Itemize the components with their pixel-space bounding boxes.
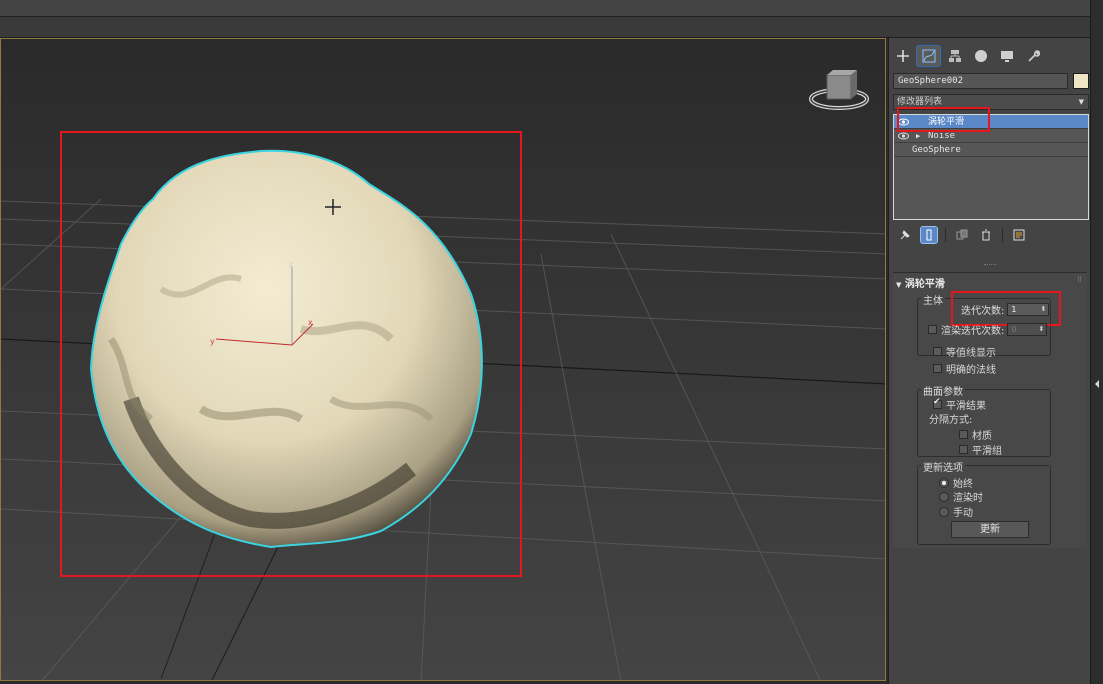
geosphere-object [89,149,483,549]
rollout-grip-icon[interactable]: ⠿ [1077,276,1082,284]
chevron-down-icon: ▼ [1078,98,1084,106]
isoline-label: 等值线显示 [946,348,996,359]
axis-x-label: x [308,318,313,327]
rollout-title-label: 涡轮平滑 [904,279,945,290]
pin-stack-icon[interactable] [897,227,913,243]
render-iters-checkbox[interactable] [928,325,937,334]
materials-row: 材质 [959,427,992,442]
viewport-canvas: z x y [1,70,885,680]
show-end-result-icon[interactable] [920,226,938,244]
stack-item-label: Noise [928,131,956,141]
stack-item-label: 涡轮平滑 [928,117,965,127]
smoothing-groups-checkbox[interactable] [959,445,968,454]
when-rendering-label: 渲染时 [953,493,983,504]
when-rendering-radio[interactable] [939,491,949,502]
manually-label: 手动 [953,508,973,519]
smooth-result-label: 平滑结果 [946,401,986,412]
render-iters-spinner[interactable]: 0 ⬍ [1007,323,1048,336]
hierarchy-icon[interactable] [943,46,966,66]
display-monitor-icon[interactable] [995,46,1018,66]
expand-triangle-icon[interactable]: ▶ [916,129,920,143]
smooth-result-row: 平滑结果 [933,397,986,412]
stack-item-geosphere[interactable]: GeoSphere [894,143,1088,157]
motion-sphere-icon[interactable] [969,46,992,66]
render-iters-label: 渲染迭代次数: [941,326,1005,337]
manually-radio[interactable] [939,506,949,517]
separator [945,228,946,242]
iterations-label: 迭代次数: [961,306,1005,317]
axis-z-label: z [289,260,293,269]
iterations-row: 迭代次数: 1 ⬍ [961,302,1050,317]
isoline-row: 等值线显示 [933,344,996,359]
stack-toolbar [893,226,1089,244]
render-iters-value: 0 [1011,325,1017,334]
update-button[interactable]: 更新 [951,521,1029,538]
utilities-wrench-icon[interactable] [1021,46,1044,66]
modify-curve-icon[interactable] [916,45,941,67]
modifier-list-label: 修改器列表 [897,97,943,107]
spinner-arrows-icon[interactable]: ⬍ [1041,304,1047,315]
smoothing-groups-label: 平滑组 [972,446,1002,457]
perspective-viewport[interactable]: z x y [0,38,886,681]
when-rendering-row: 渲染时 [939,489,983,504]
make-unique-icon[interactable] [954,227,970,243]
materials-label: 材质 [972,431,992,442]
always-row: 始终 [939,475,973,490]
configure-sets-icon[interactable] [1011,227,1027,243]
explicit-normals-label: 明确的法线 [946,365,996,376]
group-main-title: 主体 [921,292,945,307]
panel-splitter[interactable] [984,264,996,267]
group-surface-title: 曲面参数 [921,383,965,398]
manually-row: 手动 [939,504,973,519]
object-name-field[interactable]: GeoSphere002 [893,73,1068,89]
modifier-stack[interactable]: 涡轮平滑 ▶ Noise GeoSphere [893,114,1089,220]
axis-y-label: y [210,337,215,346]
isoline-checkbox[interactable] [933,347,942,356]
iterations-value: 1 [1011,305,1017,314]
viewcube-icon [809,70,869,110]
menu-bar [0,0,1090,17]
remove-modifier-icon[interactable] [978,227,994,243]
main-toolbar [0,17,1090,38]
separator [1002,228,1003,242]
collapse-triangle-icon: ▼ [896,281,902,289]
command-panel-tabs [891,45,1089,67]
group-update-title: 更新选项 [921,459,965,474]
separate-by-row: 分隔方式: [929,411,972,426]
command-panel: GeoSphere002 修改器列表 ▼ 涡轮平滑 ▶ Noise GeoSph… [888,38,1090,684]
materials-checkbox[interactable] [959,430,968,439]
iterations-spinner[interactable]: 1 ⬍ [1007,303,1050,316]
stack-item-noise[interactable]: ▶ Noise [894,129,1088,143]
stack-item-label: GeoSphere [912,145,961,155]
always-radio[interactable] [939,477,949,488]
turbosmooth-rollout: ⠿ ▼ 涡轮平滑 主体 迭代次数: 1 ⬍ 渲染迭代次数: 0 ⬍ 等值线显示 … [893,272,1087,548]
always-label: 始终 [953,479,973,490]
object-color-swatch[interactable] [1073,73,1089,89]
create-plus-icon[interactable] [891,46,914,66]
smoothing-groups-row: 平滑组 [959,442,1002,457]
explicit-normals-checkbox[interactable] [933,364,942,373]
smooth-result-checkbox[interactable] [933,397,942,409]
stack-item-turbosmooth[interactable]: 涡轮平滑 [894,115,1088,129]
panel-edge-strip [1090,0,1103,684]
rollout-title[interactable]: ▼ 涡轮平滑 [896,275,945,290]
render-iters-row: 渲染迭代次数: 0 ⬍ [928,322,1048,337]
spinner-arrows-icon[interactable]: ⬍ [1039,324,1045,335]
modifier-list-dropdown[interactable]: 修改器列表 ▼ [893,94,1089,110]
separate-by-label: 分隔方式: [929,415,973,426]
collapse-arrow-icon[interactable] [1094,378,1100,390]
explicit-normals-row: 明确的法线 [933,361,996,376]
